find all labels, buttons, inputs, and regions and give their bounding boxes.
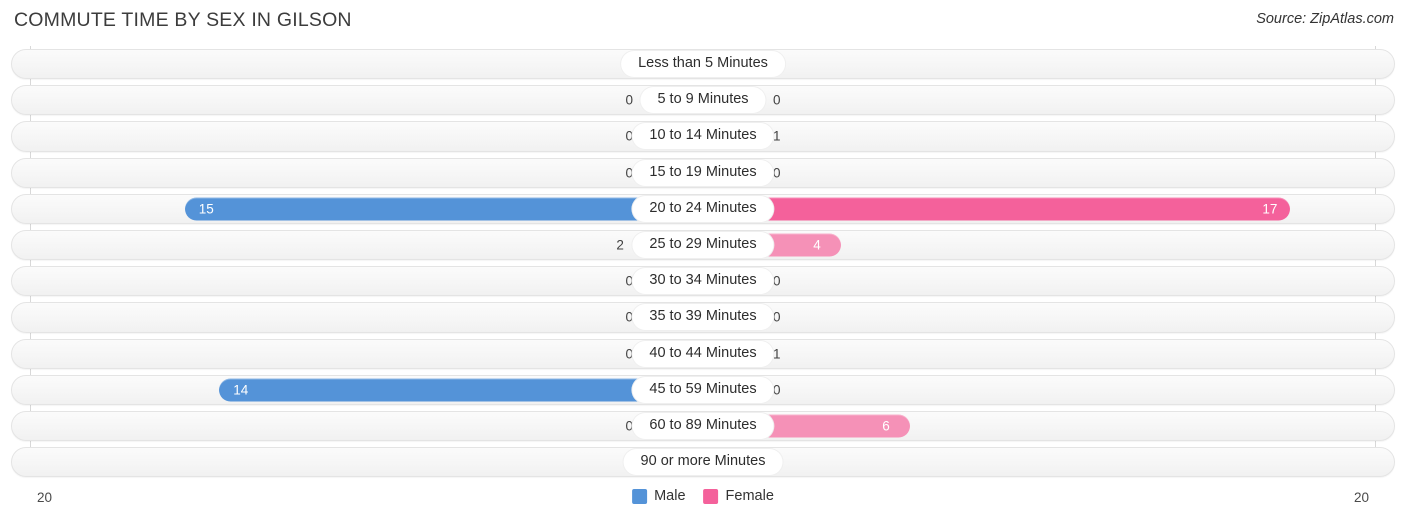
chart-page: COMMUTE TIME BY SEX IN GILSON Source: Zi…: [0, 0, 1406, 523]
table-row: 0 0 35 to 39 Minutes: [0, 299, 1406, 335]
category-label: 35 to 39 Minutes: [632, 304, 774, 331]
bar-value-male: 0: [625, 92, 633, 108]
legend: Male Female: [632, 488, 774, 504]
category-label: 10 to 14 Minutes: [632, 123, 774, 150]
table-row: 0 0 5 to 9 Minutes: [0, 82, 1406, 118]
bar-value-female: 1: [773, 128, 781, 144]
category-label: 90 or more Minutes: [623, 449, 783, 476]
bar-value-female: 1: [773, 346, 781, 362]
bar-value-male: 2: [616, 237, 624, 253]
axis-tick-left: 20: [37, 490, 53, 505]
legend-item-female[interactable]: Female: [703, 488, 774, 504]
table-row: 0 1 40 to 44 Minutes: [0, 336, 1406, 372]
category-label: 15 to 19 Minutes: [632, 159, 774, 186]
page-title: COMMUTE TIME BY SEX IN GILSON: [14, 9, 352, 31]
legend-item-male[interactable]: Male: [632, 488, 686, 504]
table-row: 0090 or more Minutes: [0, 444, 1406, 480]
source-attribution: Source: ZipAtlas.com: [1256, 11, 1394, 27]
category-label: 30 to 34 Minutes: [632, 268, 774, 295]
bar-value-female: 6: [882, 418, 890, 434]
bar-female[interactable]: [703, 197, 1291, 221]
legend-label-female: Female: [725, 488, 774, 504]
table-row: 00Less than 5 Minutes: [0, 46, 1406, 82]
bar-value-female: 0: [773, 92, 781, 108]
table-row: 15 17 20 to 24 Minutes: [0, 191, 1406, 227]
table-row: 2 4 25 to 29 Minutes: [0, 227, 1406, 263]
table-row: 0 6 60 to 89 Minutes: [0, 408, 1406, 444]
bar-value-female: 0: [773, 273, 781, 289]
legend-swatch-female-icon: [703, 488, 719, 504]
category-label: 45 to 59 Minutes: [632, 376, 774, 403]
category-label: 60 to 89 Minutes: [632, 412, 774, 439]
bar-male[interactable]: [219, 378, 703, 402]
bar-male[interactable]: [184, 197, 703, 221]
bar-value-female: 4: [813, 237, 821, 253]
table-row: 0 0 15 to 19 Minutes: [0, 155, 1406, 191]
bar-value-male: 14: [233, 382, 249, 398]
table-row: 14 0 45 to 59 Minutes: [0, 372, 1406, 408]
table-row: 0 0 30 to 34 Minutes: [0, 263, 1406, 299]
legend-swatch-male-icon: [632, 488, 648, 504]
bar-rows: 00Less than 5 Minutes005 to 9 Minutes011…: [0, 46, 1406, 480]
category-label: Less than 5 Minutes: [621, 51, 785, 78]
bar-value-female: 0: [773, 165, 781, 181]
category-label: 20 to 24 Minutes: [632, 195, 774, 222]
category-label: 40 to 44 Minutes: [632, 340, 774, 367]
chart-footer: 20 20 Male Female: [0, 482, 1406, 523]
category-label: 25 to 29 Minutes: [632, 232, 774, 259]
plot-area: 00Less than 5 Minutes005 to 9 Minutes011…: [0, 46, 1406, 482]
bar-value-female: 0: [773, 309, 781, 325]
axis-tick-right: 20: [1353, 490, 1369, 505]
category-label: 5 to 9 Minutes: [640, 87, 766, 114]
bar-value-male: 15: [198, 201, 214, 217]
chart-header: COMMUTE TIME BY SEX IN GILSON Source: Zi…: [0, 0, 1406, 42]
bar-value-female: 0: [773, 382, 781, 398]
table-row: 0 1 10 to 14 Minutes: [0, 118, 1406, 154]
bar-value-female: 17: [1262, 201, 1278, 217]
legend-label-male: Male: [654, 488, 686, 504]
